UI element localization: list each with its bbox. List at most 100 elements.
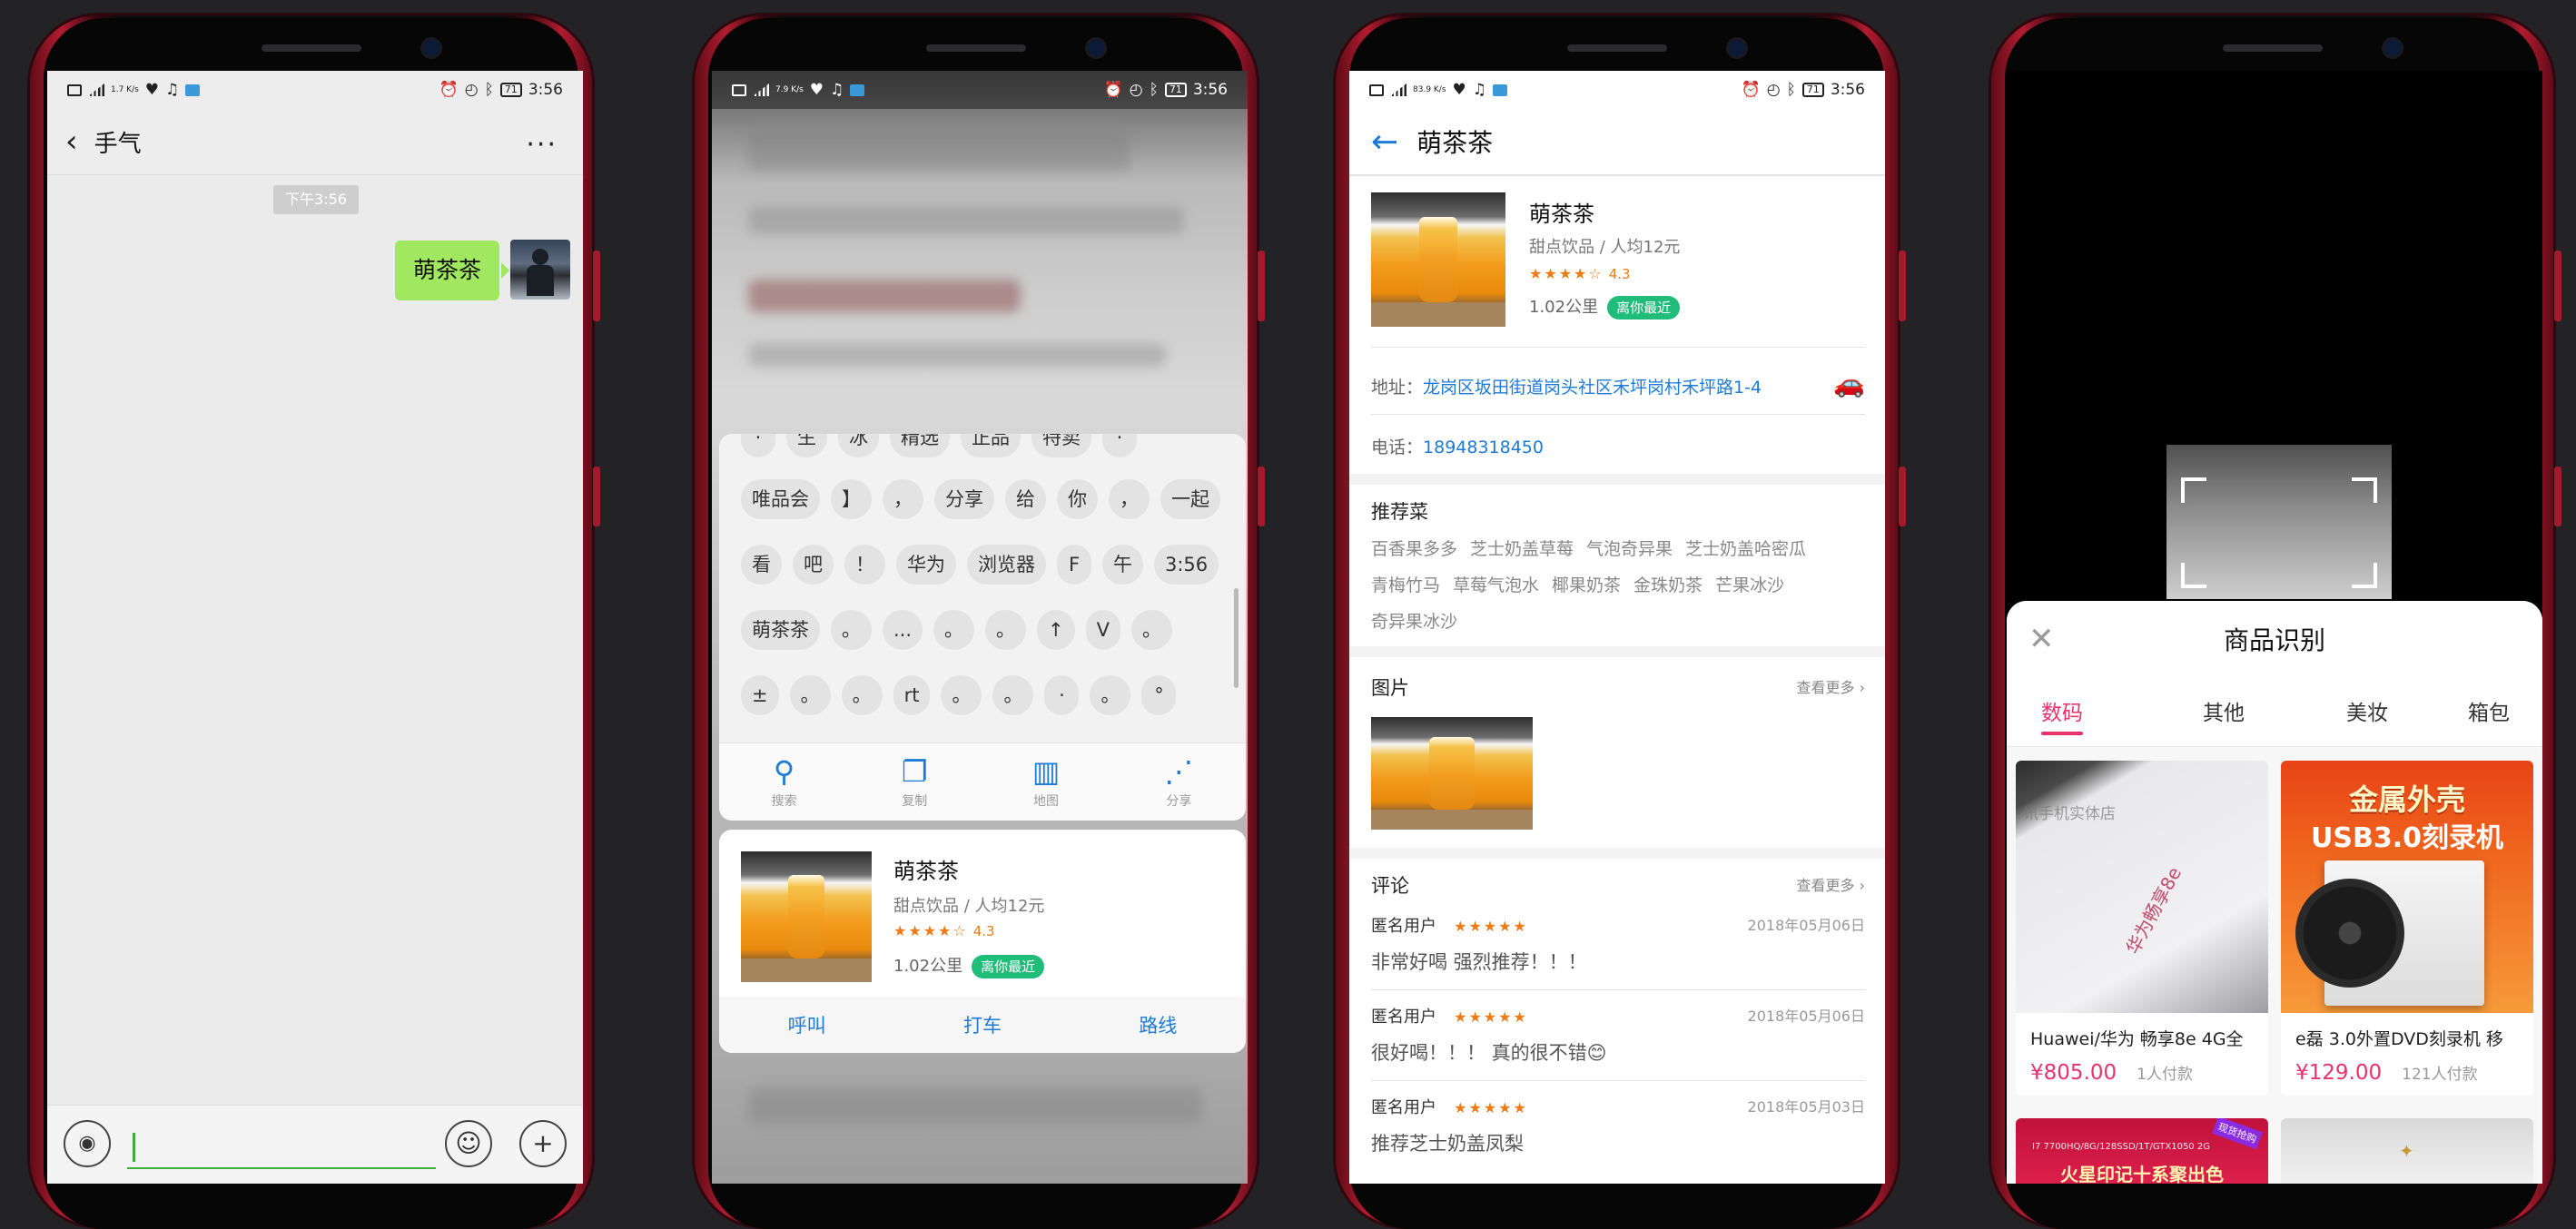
product-card[interactable]: 现货抢购 I7 7700HQ/8G/128SSD/1T/GTX1050 2G 火… bbox=[2016, 1118, 2268, 1184]
chip[interactable]: 。 bbox=[1090, 675, 1131, 715]
chip[interactable]: 特卖 bbox=[1031, 434, 1091, 457]
chip[interactable]: F bbox=[1057, 545, 1091, 585]
net-speed: 83.9 K/s bbox=[1413, 84, 1446, 94]
avatar[interactable] bbox=[510, 240, 570, 300]
route-button[interactable]: 路线 bbox=[1139, 1011, 1177, 1038]
product-card[interactable]: ✦ bbox=[2281, 1118, 2533, 1184]
message-input[interactable] bbox=[127, 1126, 436, 1169]
dish-tag[interactable]: 草莓气泡水 bbox=[1453, 572, 1539, 596]
chip[interactable]: ↑ bbox=[1037, 610, 1075, 650]
shop-category: 甜点饮品 / 人均12元 bbox=[1529, 238, 1681, 257]
chip[interactable]: 生 bbox=[786, 434, 827, 457]
chip[interactable]: · bbox=[1102, 434, 1137, 457]
chip[interactable]: ° bbox=[1141, 675, 1177, 715]
pics-see-more[interactable]: 查看更多 › bbox=[1797, 675, 1866, 697]
pics-thumbnail[interactable] bbox=[1371, 717, 1533, 830]
chip[interactable]: ± bbox=[741, 675, 779, 715]
tab-digital[interactable]: 数码 bbox=[2041, 695, 2083, 735]
battery-icon: 71 bbox=[1164, 83, 1187, 97]
emoji-icon[interactable]: ☺ bbox=[445, 1120, 492, 1167]
chip[interactable]: 。 bbox=[1131, 610, 1173, 650]
chip[interactable]: 。 bbox=[985, 610, 1027, 650]
tab-bags[interactable]: 箱包 bbox=[2468, 695, 2510, 726]
dish-tag[interactable]: 百香果多多 bbox=[1371, 536, 1457, 560]
dish-tag[interactable]: 芒果冰沙 bbox=[1715, 572, 1784, 596]
phone-row[interactable]: 电话：18948318450 bbox=[1371, 434, 1865, 458]
taxi-button[interactable]: 打车 bbox=[963, 1011, 1002, 1038]
phone-frame-2: 7.9 K/s ♥ ♫ ⏰ ◴ ᛒ 71 3:56 · 生 冰 精选 正品 特卖 · 唯品会 bbox=[692, 13, 1265, 1229]
review-item: 匿名用户 ★★★★★ 2018年05月06日 很好喝！！！ 真的很不错😊 bbox=[1371, 1004, 1865, 1066]
nearest-badge: 离你最近 bbox=[1607, 296, 1681, 320]
dish-tag[interactable]: 气泡奇异果 bbox=[1586, 536, 1673, 560]
chip[interactable]: V bbox=[1085, 610, 1121, 650]
address-link[interactable]: 龙岗区坂田街道岗头社区禾坪岗村禾坪路1-4 bbox=[1423, 378, 1762, 398]
dish-tag[interactable]: 椰果奶茶 bbox=[1552, 572, 1621, 596]
chip[interactable]: 萌茶茶 bbox=[741, 610, 820, 650]
dish-tag[interactable]: 金珠奶茶 bbox=[1633, 572, 1703, 596]
chip[interactable]: ... bbox=[883, 610, 923, 650]
back-arrow-icon[interactable]: ← bbox=[1371, 123, 1398, 161]
chip[interactable]: ， bbox=[883, 479, 923, 519]
dish-tag[interactable]: 青梅竹马 bbox=[1371, 572, 1440, 596]
chip[interactable]: · bbox=[741, 434, 775, 457]
car-icon[interactable]: 🚗 bbox=[1833, 369, 1865, 398]
product-card[interactable]: 金属外壳 USB3.0刻录机 e磊 3.0外置DVD刻录机 移 ¥129.00 1… bbox=[2281, 761, 2533, 1096]
review-date: 2018年05月03日 bbox=[1747, 1098, 1865, 1116]
tab-beauty[interactable]: 美妆 bbox=[2346, 695, 2388, 726]
message-bubble[interactable]: 萌茶茶 bbox=[394, 241, 510, 300]
dish-tag[interactable]: 芝士奶盖草莓 bbox=[1470, 536, 1574, 560]
chip[interactable]: 。 bbox=[941, 675, 982, 715]
product-card[interactable]: 讯手机实体店 华为畅享8e Huawei/华为 畅享8e 4G全 ¥805.00… bbox=[2016, 761, 2268, 1096]
voice-icon[interactable]: ◉ bbox=[64, 1120, 111, 1167]
phone-link[interactable]: 18948318450 bbox=[1423, 438, 1544, 457]
chip[interactable]: rt bbox=[893, 675, 931, 715]
back-icon[interactable]: ‹ bbox=[65, 123, 78, 160]
shop-card[interactable]: 萌茶茶 甜点饮品 / 人均12元 ★★★★☆ 4.3 1.02公里 离你最近 呼叫 … bbox=[719, 830, 1246, 1053]
dish-tag[interactable]: 芝士奶盖哈密瓜 bbox=[1685, 536, 1806, 560]
search-action[interactable]: ⚲ 搜索 bbox=[772, 755, 797, 810]
chip[interactable]: 冰 bbox=[838, 434, 879, 457]
add-icon[interactable]: + bbox=[519, 1120, 567, 1167]
share-action[interactable]: ⋰ 分享 bbox=[1164, 755, 1193, 810]
music-icon: ♫ bbox=[830, 81, 844, 99]
chip[interactable]: 午 bbox=[1102, 545, 1143, 585]
signal-icon bbox=[1390, 84, 1406, 96]
chip[interactable]: 吧 bbox=[793, 545, 834, 585]
chip[interactable]: 你 bbox=[1057, 479, 1098, 519]
chip[interactable]: 一起 bbox=[1160, 479, 1220, 519]
chip[interactable]: 看 bbox=[741, 545, 782, 585]
chip[interactable]: 华为 bbox=[896, 545, 956, 585]
chip[interactable]: 唯品会 bbox=[741, 479, 820, 519]
chip[interactable]: 正品 bbox=[961, 434, 1021, 457]
chip[interactable]: 3:56 bbox=[1154, 545, 1219, 585]
chip[interactable]: 精选 bbox=[890, 434, 950, 457]
reviews-see-more[interactable]: 查看更多 › bbox=[1797, 873, 1866, 895]
tab-other[interactable]: 其他 bbox=[2203, 695, 2245, 726]
review-text: 非常好喝 强烈推荐！！！ bbox=[1371, 951, 1587, 973]
chip[interactable]: 浏览器 bbox=[967, 545, 1046, 585]
chip[interactable]: 。 bbox=[992, 675, 1034, 715]
chip[interactable]: 。 bbox=[831, 610, 872, 650]
chip[interactable]: ！ bbox=[844, 545, 885, 585]
chip[interactable]: 。 bbox=[841, 675, 883, 715]
dish-tag[interactable]: 奇异果冰沙 bbox=[1371, 608, 1457, 633]
chip[interactable]: · bbox=[1044, 675, 1080, 715]
chip[interactable]: 。 bbox=[789, 675, 831, 715]
alarm-icon: ⏰ bbox=[439, 81, 459, 99]
clock-icon: ◴ bbox=[1766, 81, 1781, 99]
copy-action[interactable]: ❐ 复制 bbox=[902, 755, 928, 810]
chip[interactable]: 给 bbox=[1005, 479, 1046, 519]
chip[interactable]: 。 bbox=[933, 610, 975, 650]
address-row[interactable]: 地址：龙岗区坂田街道岗头社区禾坪岗村禾坪路1-4 🚗 bbox=[1371, 369, 1865, 398]
chip[interactable]: 分享 bbox=[934, 479, 994, 519]
alarm-icon: ⏰ bbox=[1741, 81, 1761, 99]
chip[interactable]: ， bbox=[1109, 479, 1150, 519]
more-icon[interactable]: ··· bbox=[526, 129, 558, 161]
category-tabs: 数码 其他 美妆 箱包 bbox=[2007, 677, 2542, 747]
scrollbar[interactable] bbox=[1234, 588, 1239, 688]
status-time: 3:56 bbox=[528, 81, 563, 99]
chip[interactable]: 】 bbox=[831, 479, 872, 519]
map-action[interactable]: ▥ 地图 bbox=[1032, 755, 1060, 810]
heart-icon: ♥ bbox=[144, 81, 160, 99]
call-button[interactable]: 呼叫 bbox=[788, 1011, 826, 1038]
